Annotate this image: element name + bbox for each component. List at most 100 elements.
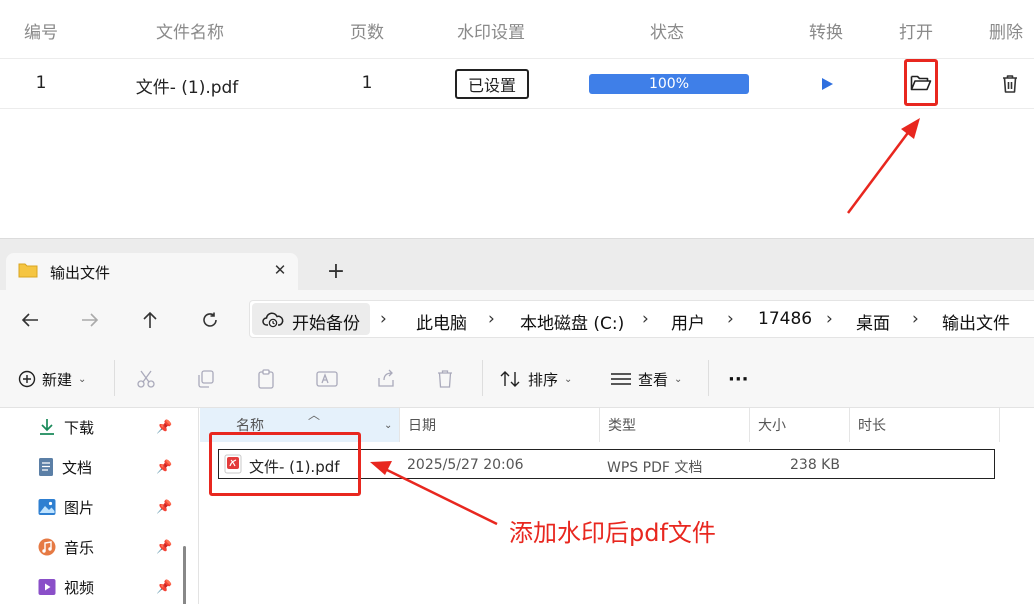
sidebar-item-label: 视频 bbox=[64, 578, 95, 597]
view-button[interactable]: 查看 ⌄ bbox=[610, 366, 682, 392]
delete-file-button[interactable] bbox=[436, 366, 454, 392]
forward-button[interactable] bbox=[76, 306, 104, 334]
rename-icon bbox=[316, 371, 338, 387]
task-table-header: 编号 文件名称 页数 水印设置 状态 转换 打开 删除 bbox=[0, 0, 1034, 59]
cut-button[interactable] bbox=[136, 366, 156, 392]
sort-up-icon: ︿ bbox=[308, 408, 321, 422]
column-header-convert: 转换 bbox=[809, 23, 843, 43]
share-icon bbox=[378, 369, 394, 387]
file-explorer-window: 输出文件 ✕ + 开始备份 › 此电脑 › 本地磁盘 (C:) › 用户 › 1… bbox=[0, 238, 1034, 604]
chevron-down-icon: ⌄ bbox=[674, 373, 683, 385]
view-list-icon bbox=[611, 373, 631, 385]
file-name: 文件- (1).pdf bbox=[249, 458, 340, 476]
sidebar-item-documents[interactable]: 文档 bbox=[38, 454, 92, 480]
column-header-open: 打开 bbox=[899, 23, 933, 43]
sidebar-item-downloads[interactable]: 下载 bbox=[38, 414, 94, 440]
scissors-icon bbox=[137, 370, 155, 388]
sidebar-item-label: 图片 bbox=[64, 498, 95, 517]
address-bar-row: 开始备份 › 此电脑 › 本地磁盘 (C:) › 用户 › 17486 › 桌面… bbox=[0, 290, 1034, 348]
start-backup-button[interactable]: 开始备份 bbox=[252, 303, 370, 335]
rename-button[interactable] bbox=[316, 366, 338, 392]
breadcrumb-user-folder[interactable]: 17486 bbox=[758, 309, 812, 329]
sidebar-item-pictures[interactable]: 图片 bbox=[38, 494, 94, 520]
breadcrumb-separator: › bbox=[912, 309, 919, 329]
sort-icon bbox=[500, 371, 520, 387]
back-button[interactable] bbox=[16, 306, 44, 334]
new-button-label: 新建 bbox=[42, 370, 73, 389]
breadcrumb-this-pc[interactable]: 此电脑 bbox=[416, 309, 467, 334]
delete-button[interactable] bbox=[999, 73, 1021, 95]
status-progress-bar: 100% bbox=[589, 74, 749, 94]
file-list-header: ︿ 名称 ⌄ 日期 类型 大小 时长 bbox=[200, 408, 1000, 442]
paste-button[interactable] bbox=[256, 366, 276, 392]
pin-icon: 📌 bbox=[156, 500, 173, 515]
pin-icon: 📌 bbox=[156, 460, 173, 475]
breadcrumb-local-disk[interactable]: 本地磁盘 (C:) bbox=[520, 309, 624, 334]
sidebar-item-music[interactable]: 音乐 bbox=[38, 534, 94, 560]
column-header-name-label: 名称 bbox=[236, 418, 264, 434]
task-pages: 1 bbox=[361, 73, 373, 93]
column-header-type[interactable]: 类型 bbox=[600, 408, 750, 442]
file-size: 238 KB bbox=[790, 457, 840, 473]
tab-title: 输出文件 bbox=[50, 264, 111, 282]
copy-button[interactable] bbox=[196, 366, 216, 392]
explorer-tab[interactable]: 输出文件 ✕ bbox=[6, 253, 298, 291]
file-list-row[interactable]: 文件- (1).pdf 2025/5/27 20:06 WPS PDF 文档 2… bbox=[218, 449, 995, 479]
column-header-status: 状态 bbox=[650, 23, 684, 43]
trash-icon bbox=[1003, 75, 1017, 93]
open-folder-button[interactable] bbox=[904, 59, 938, 106]
sidebar-scrollbar[interactable] bbox=[183, 546, 186, 604]
start-backup-label: 开始备份 bbox=[292, 314, 360, 334]
download-icon bbox=[40, 419, 54, 435]
file-type: WPS PDF 文档 bbox=[607, 460, 703, 476]
sort-button[interactable]: 排序 ⌄ bbox=[500, 366, 572, 392]
column-header-date[interactable]: 日期 bbox=[400, 408, 600, 442]
refresh-button[interactable] bbox=[196, 306, 224, 334]
music-icon bbox=[38, 538, 56, 556]
sidebar-item-label: 文档 bbox=[62, 458, 93, 477]
column-header-delete: 删除 bbox=[989, 23, 1023, 43]
pin-icon: 📌 bbox=[156, 420, 173, 435]
command-bar: 新建 ⌄ 排序 ⌄ 查看 ⌄ ··· bbox=[0, 348, 1034, 408]
plus-circle-icon bbox=[18, 370, 36, 388]
watermark-set-badge[interactable]: 已设置 bbox=[455, 69, 529, 99]
sidebar-item-videos[interactable]: 视频 bbox=[38, 574, 94, 600]
pdf-file-icon bbox=[224, 454, 242, 478]
breadcrumb-users[interactable]: 用户 bbox=[671, 309, 705, 334]
toolbar-divider bbox=[482, 360, 483, 396]
more-options-button[interactable]: ··· bbox=[728, 366, 749, 392]
convert-button[interactable] bbox=[818, 75, 836, 93]
arrow-up-icon bbox=[143, 311, 157, 328]
share-button[interactable] bbox=[376, 366, 396, 392]
breadcrumb-separator: › bbox=[727, 309, 734, 329]
explorer-tab-bar: 输出文件 ✕ + bbox=[0, 238, 1034, 291]
column-header-name[interactable]: ︿ 名称 ⌄ bbox=[200, 408, 400, 442]
play-icon bbox=[822, 78, 833, 90]
breadcrumb-separator: › bbox=[826, 309, 833, 329]
arrow-left-icon bbox=[21, 313, 38, 327]
video-icon bbox=[38, 579, 56, 595]
column-header-pages: 页数 bbox=[350, 23, 384, 43]
copy-icon bbox=[198, 370, 214, 388]
breadcrumb-desktop[interactable]: 桌面 bbox=[856, 309, 890, 334]
annotation-label: 添加水印后pdf文件 bbox=[509, 519, 716, 547]
toolbar-divider bbox=[114, 360, 115, 396]
toolbar-divider bbox=[708, 360, 709, 396]
open-folder-icon bbox=[910, 75, 932, 90]
task-index: 1 bbox=[35, 73, 47, 93]
tab-close-button[interactable]: ✕ bbox=[268, 258, 292, 282]
chevron-down-icon: ⌄ bbox=[564, 373, 573, 385]
breadcrumb-output-folder[interactable]: 输出文件 bbox=[942, 309, 1010, 334]
up-button[interactable] bbox=[136, 306, 164, 334]
clipboard-icon bbox=[258, 369, 274, 389]
chevron-down-icon: ⌄ bbox=[78, 373, 87, 385]
pin-icon: 📌 bbox=[156, 540, 173, 555]
file-date: 2025/5/27 20:06 bbox=[407, 457, 524, 473]
new-button[interactable]: 新建 ⌄ bbox=[18, 366, 86, 392]
sort-button-label: 排序 bbox=[528, 370, 559, 389]
new-tab-button[interactable]: + bbox=[322, 257, 350, 285]
sidebar-item-label: 下载 bbox=[64, 418, 95, 437]
column-header-size[interactable]: 大小 bbox=[750, 408, 850, 442]
column-header-duration[interactable]: 时长 bbox=[850, 408, 1000, 442]
breadcrumb-separator: › bbox=[642, 309, 649, 329]
